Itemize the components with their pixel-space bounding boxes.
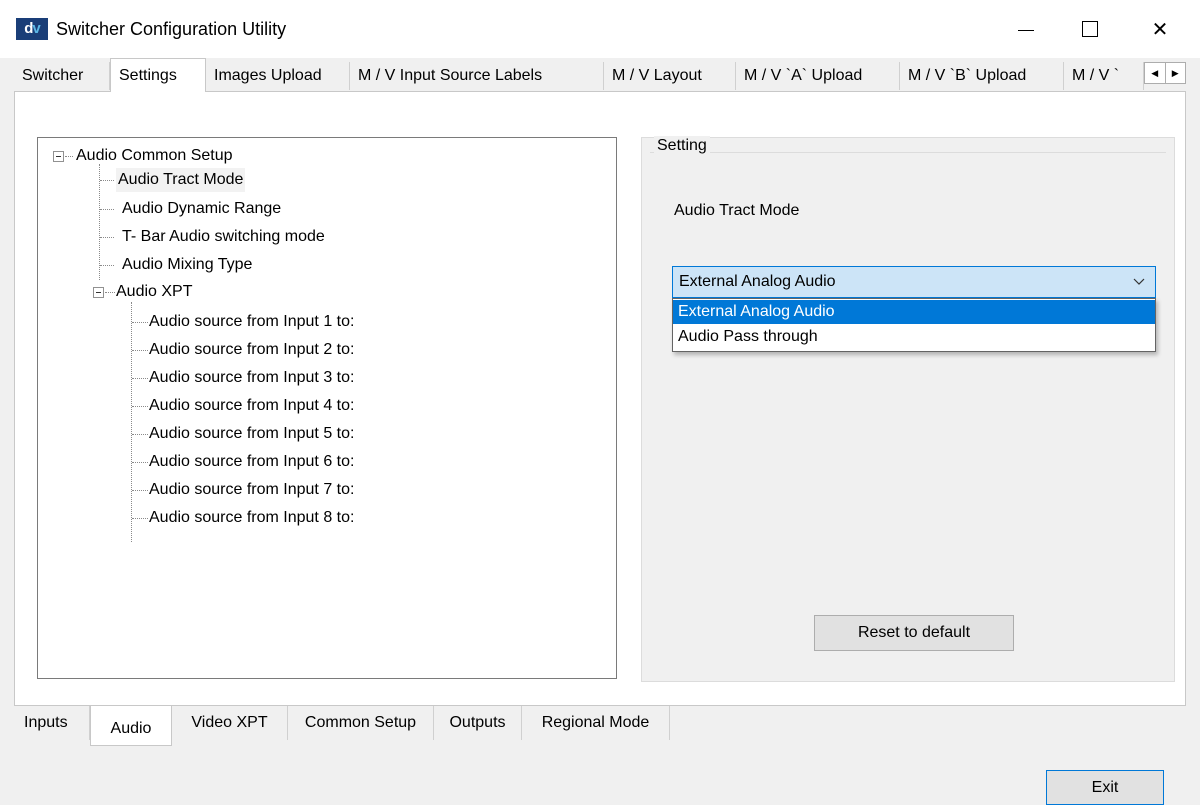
tree-node-audio-mixing-type[interactable]: Audio Mixing Type [122,253,252,277]
setting-group-title: Setting [654,136,710,156]
tab-regional-mode[interactable]: Regional Mode [522,706,670,740]
close-icon: ✕ [1151,18,1169,41]
title-bar: dv Switcher Configuration Utility ✕ [0,0,1200,58]
tree-line [100,237,114,238]
tab-mv-more[interactable]: M / V ` [1064,62,1144,90]
tab-audio[interactable]: Audio [90,706,172,746]
tree-node-audio-tract-mode[interactable]: Audio Tract Mode [116,168,246,192]
tab-images-upload[interactable]: Images Upload [206,62,350,90]
select-dropdown-list: External Analog Audio Audio Pass through [672,298,1156,352]
select-value: External Analog Audio [679,273,836,290]
top-tab-strip: Switcher Settings Images Upload M / V In… [14,58,1186,92]
tab-mv-b-upload[interactable]: M / V `B` Upload [900,62,1064,90]
option-external-analog-audio[interactable]: External Analog Audio [673,300,1155,324]
tree-line [100,180,114,181]
tree-node-audio-source-input-3[interactable]: Audio source from Input 3 to: [149,366,354,390]
tree-node-tbar-audio-switching-mode[interactable]: T- Bar Audio switching mode [122,225,325,249]
tree-node-audio-source-input-8[interactable]: Audio source from Input 8 to: [149,506,354,530]
tab-common-setup[interactable]: Common Setup [288,706,434,740]
audio-tract-mode-select[interactable]: External Analog Audio [672,266,1156,298]
maximize-icon [1082,21,1098,37]
bottom-tab-strip: Inputs Audio Video XPT Common Setup Outp… [18,706,678,746]
tree-line [132,490,148,491]
group-border-line [650,152,1166,153]
close-button[interactable]: ✕ [1128,0,1192,58]
reset-to-default-button[interactable]: Reset to default [814,615,1014,651]
tree-node-audio-source-input-7[interactable]: Audio source from Input 7 to: [149,478,354,502]
tree-node-audio-source-input-6[interactable]: Audio source from Input 6 to: [149,450,354,474]
maximize-button[interactable] [1058,0,1122,58]
exit-button[interactable]: Exit [1046,770,1164,805]
tab-mv-input-source-labels[interactable]: M / V Input Source Labels [350,62,604,90]
tree-line [132,462,148,463]
app-logo-icon: dv [16,18,48,40]
settings-panel: Audio Common Setup Audio Tract Mode Audi… [14,91,1186,706]
tree-line [132,406,148,407]
tree-line [65,156,73,157]
tree-node-audio-source-input-5[interactable]: Audio source from Input 5 to: [149,422,354,446]
tree-node-audio-source-input-2[interactable]: Audio source from Input 2 to: [149,338,354,362]
tab-outputs[interactable]: Outputs [434,706,522,740]
tree-node-audio-dynamic-range[interactable]: Audio Dynamic Range [122,197,281,221]
tab-mv-a-upload[interactable]: M / V `A` Upload [736,62,900,90]
collapse-icon[interactable] [53,151,64,162]
scroll-right-icon[interactable]: ▶ [1164,63,1186,83]
setting-label: Audio Tract Mode [674,202,800,219]
setting-group: Setting Audio Tract Mode External Analog… [641,136,1175,682]
tree-node-audio-source-input-1[interactable]: Audio source from Input 1 to: [149,310,354,334]
tree-line [105,292,115,293]
collapse-icon[interactable] [93,287,104,298]
chevron-down-icon [1133,278,1145,285]
tree-line [132,350,148,351]
window-title: Switcher Configuration Utility [56,19,287,39]
tree-node-audio-source-input-4[interactable]: Audio source from Input 4 to: [149,394,354,418]
tab-scroll-buttons: ◀ ▶ [1144,62,1186,84]
tree-line [132,434,148,435]
tree-line [100,209,114,210]
scroll-left-icon[interactable]: ◀ [1145,63,1165,83]
tree-node-audio-xpt[interactable]: Audio XPT [116,280,192,304]
minimize-icon [1018,29,1034,31]
tree-line [132,518,148,519]
tab-mv-layout[interactable]: M / V Layout [604,62,736,90]
tab-switcher[interactable]: Switcher [14,62,110,90]
tab-settings[interactable]: Settings [110,58,206,92]
tab-video-xpt[interactable]: Video XPT [172,706,288,740]
tree-line [99,164,100,280]
option-audio-pass-through[interactable]: Audio Pass through [673,325,1155,349]
minimize-button[interactable] [994,0,1058,58]
tree-line [132,378,148,379]
tree-line [131,302,132,542]
settings-tree[interactable]: Audio Common Setup Audio Tract Mode Audi… [37,137,617,679]
tree-line [132,322,148,323]
tree-line [100,265,114,266]
tab-inputs[interactable]: Inputs [18,706,90,740]
